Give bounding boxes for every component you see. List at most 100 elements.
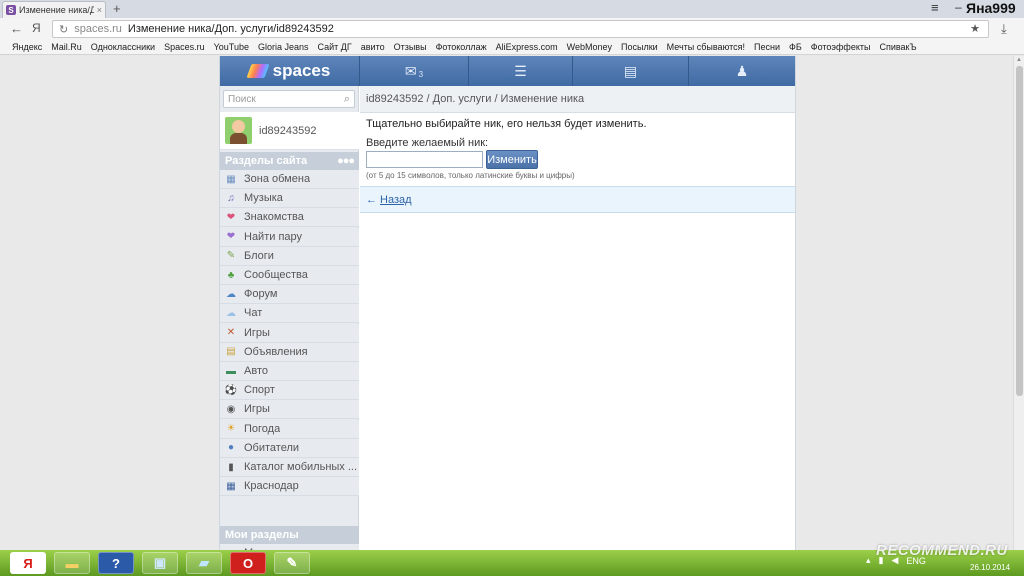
logo-text: spaces [272,61,331,80]
section-title: Разделы сайта [225,155,308,167]
sidebar-item[interactable]: ♣ Сообщества [220,266,359,285]
chat-icon: ☁ [226,307,236,319]
change-nick-button[interactable]: Изменить [486,150,538,169]
sidebar-item-label: Каталог мобильных ... [244,461,358,473]
profile-id[interactable]: id89243592 [259,125,317,137]
close-tab-icon[interactable]: × [97,5,102,15]
photo-viewer-icon[interactable]: ▣ [142,552,178,574]
bookmark-item[interactable]: Мечты сбываются! [667,42,745,52]
bookmark-item[interactable]: Посылки [621,42,658,52]
browser-tab[interactable]: S Изменение ника/Доп × [2,1,106,18]
back-bar: ← Назад [360,186,795,213]
sidebar-item-label: Обитатели [244,441,300,454]
back-arrow-icon: ← [366,193,377,206]
header-mail-button[interactable]: ✉ 3 [360,56,469,86]
warning-text: Тщательно выбирайте ник, его нельзя буде… [366,118,647,130]
sidebar-item-label: Краснодар [244,480,299,493]
search-icon[interactable]: ⌕ [344,93,350,106]
url-field[interactable]: ↻ spaces.ru Изменение ника/Доп. услуги/i… [52,20,989,38]
sidebar-item[interactable]: ✎ Блоги [220,246,359,266]
sidebar-item[interactable]: ❤ Знакомства [220,208,359,228]
sidebar-item[interactable]: ◉ Игры [220,400,359,420]
bookmark-item[interactable]: Одноклассники [91,42,155,52]
section-header-site: Разделы сайта ●●● [220,152,359,170]
sidebar-item[interactable]: ✕ Игры [220,323,359,343]
sidebar-item-label: Блоги [244,249,274,262]
sidebar-item[interactable]: ❤ Найти пару [220,227,359,247]
download-icon[interactable]: ⤓ [1001,21,1007,37]
yandex-browser-icon[interactable]: Я [10,552,46,574]
reload-icon[interactable]: ↻ [59,23,68,36]
bookmark-item[interactable]: Mail.Ru [51,42,82,52]
yandex-logo-icon[interactable]: Я [32,21,41,35]
help-icon[interactable]: ? [98,552,134,574]
avatar[interactable] [225,117,252,144]
sidebar-item[interactable]: ▮ Каталог мобильных ... [220,458,359,477]
bookmark-item[interactable]: YouTube [214,42,249,52]
bookmark-item[interactable]: СпивакЪ [879,42,916,52]
header-stack-button[interactable]: ☰ [469,56,573,86]
bookmark-item[interactable]: AliExpress.com [496,42,558,52]
stack-icon: ☰ [514,62,527,79]
bookmark-item[interactable]: Spaces.ru [164,42,205,52]
sidebar-item[interactable]: ▤ Объявления [220,342,359,362]
sidebar-item-label: Зона обмена [244,173,311,185]
bookmark-item[interactable]: Сайт ДГ [318,42,352,52]
back-arrow-icon[interactable]: ← [10,21,23,36]
car-icon: ▬ [226,365,236,377]
paint-icon[interactable]: ✎ [274,552,310,574]
clock-date[interactable]: 26.10.2014 [970,563,1010,572]
bookmark-item[interactable]: Яндекс [12,42,42,52]
sidebar-item[interactable]: ☀ Погода [220,419,359,439]
scroll-up-icon[interactable]: ▲ [1016,57,1022,63]
section-header-mine: Мои разделы [220,526,359,544]
up-arrow-icon[interactable]: ▴ [866,555,871,566]
star-icon[interactable]: ★ [970,22,980,35]
sidebar-item-label: Игры [244,326,270,339]
menu-icon[interactable]: ≡ [931,0,939,15]
bookmark-item[interactable]: Отзывы [394,42,427,52]
bookmark-item[interactable]: WebMoney [567,42,612,52]
nick-input[interactable] [366,151,483,168]
sidebar-item[interactable]: ● Обитатели [220,438,359,458]
sidebar-item[interactable]: ▬ Авто [220,362,359,381]
sidebar: ⌕ id89243592 Разделы сайта ●●● ▦ Зона обм… [220,86,359,576]
search-input[interactable] [228,93,328,105]
profile-block[interactable]: id89243592 [220,112,359,150]
sidebar-item[interactable]: ▦ Зона обмена [220,170,359,189]
sidebar-item-label: Авто [244,365,268,377]
username-overlay: Яна999 [966,0,1016,16]
sidebar-item-label: Сообщества [244,269,308,281]
gamepad-icon: ◉ [226,403,236,415]
forum-icon: ☁ [226,288,236,300]
scrollbar[interactable]: ▲ [1013,56,1024,550]
notebook-icon[interactable]: ▰ [186,552,222,574]
header-user-button[interactable]: ♟ [689,56,795,86]
new-tab-button[interactable]: + [113,1,121,16]
sidebar-item-label: Погода [244,422,281,435]
sidebar-item-label: Игры [244,403,270,416]
minimize-icon[interactable]: – [955,0,962,14]
sidebar-item[interactable]: ♫ Музыка [220,189,359,209]
sidebar-item-label: Знакомства [244,211,304,224]
sidebar-item[interactable]: ☁ Чат [220,304,359,324]
bookmarks-bar: Яндекс Mail.Ru Одноклассники Spaces.ru YouTu… [0,40,1024,55]
sidebar-item[interactable]: ⚽ Спорт [220,381,359,401]
bookmark-item[interactable]: Фотоэффекты [811,42,871,52]
bookmark-item[interactable]: авито [361,42,385,52]
spaces-logo[interactable]: spaces [220,56,360,86]
sidebar-item[interactable]: ▦ Краснодар [220,477,359,497]
opera-icon[interactable]: O [230,552,266,574]
header-notes-button[interactable]: ▤ [573,56,689,86]
more-dots-icon[interactable]: ●●● [337,155,355,167]
city-icon: ▦ [226,480,236,492]
back-link[interactable]: Назад [380,194,412,206]
scroll-thumb[interactable] [1016,66,1023,396]
url-page-title: Изменение ника/Доп. услуги/id89243592 [127,23,334,35]
bookmark-item[interactable]: Фотоколлаж [436,42,487,52]
sidebar-item[interactable]: ☁ Форум [220,285,359,305]
bookmark-item[interactable]: Песни [754,42,780,52]
bookmark-item[interactable]: Gloria Jeans [258,42,309,52]
bookmark-item[interactable]: ФБ [789,42,802,52]
explorer-icon[interactable]: ▬ [54,552,90,574]
